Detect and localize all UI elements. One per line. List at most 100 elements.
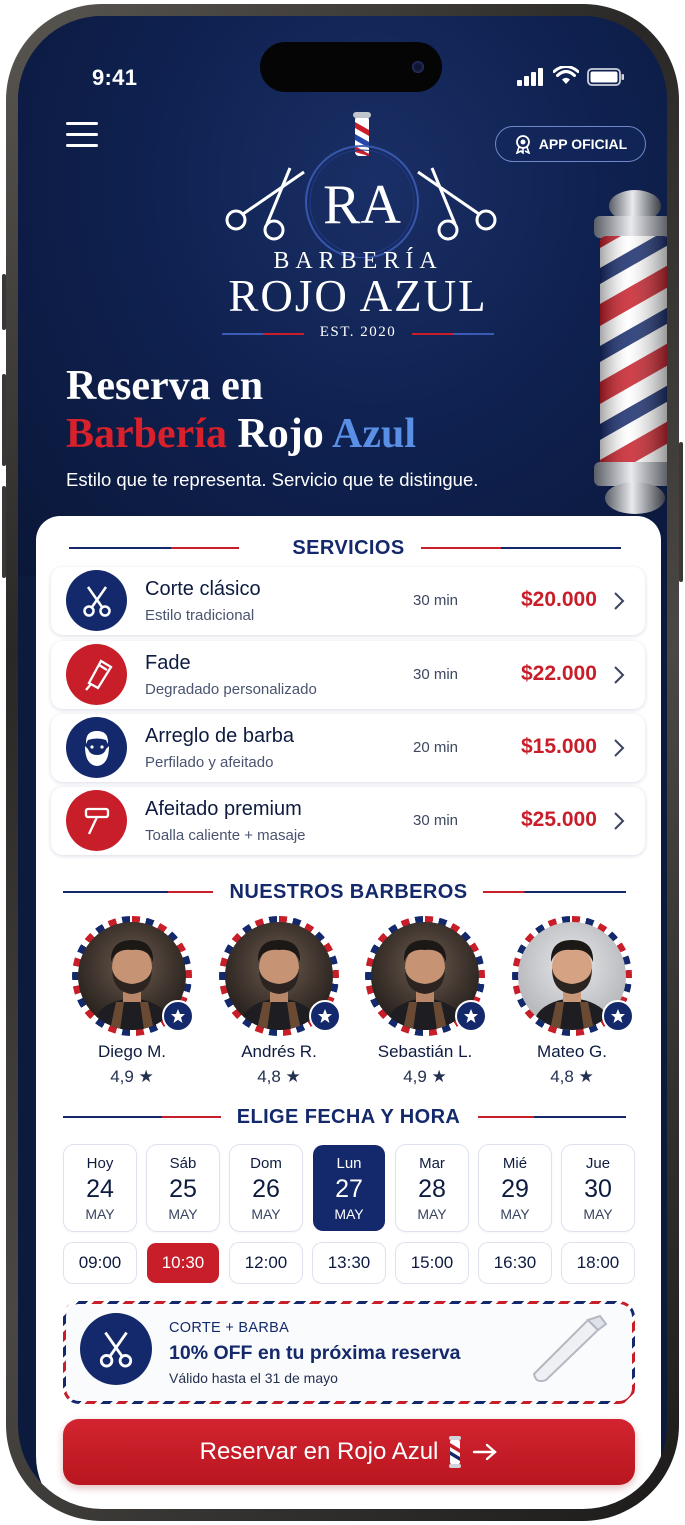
divider-line	[63, 891, 213, 893]
date-option[interactable]: Mar 28 MAY	[396, 1145, 468, 1231]
date-month: MAY	[500, 1206, 530, 1222]
phone-frame: 9:41 APP OFICIAL RA BARBERÍA ROJO AZUL E…	[2, 4, 683, 1521]
time-slot[interactable]: 18:00	[562, 1243, 634, 1283]
logo-emblem: RA	[225, 112, 497, 258]
divider-line	[63, 1116, 223, 1118]
award-ribbon-icon	[515, 135, 530, 154]
service-row-fade[interactable]: Fade Degradado personalizado 30 min $22.…	[51, 641, 645, 709]
status-time: 9:41	[92, 65, 138, 90]
barber-card-andres[interactable]: Andrés R. 4,8 ★	[211, 916, 341, 1096]
divider-line	[481, 891, 626, 893]
service-desc: Toalla caliente + masaje	[145, 827, 306, 844]
time-slot[interactable]: 13:30	[313, 1243, 385, 1283]
date-option[interactable]: Sáb 25 MAY	[147, 1145, 219, 1231]
service-price: $15.000	[521, 735, 597, 758]
time-slot[interactable]: 09:00	[64, 1243, 136, 1283]
clipper-icon	[66, 644, 127, 705]
service-duration: 30 min	[413, 666, 459, 683]
time-slot[interactable]: 12:00	[230, 1243, 302, 1283]
service-price: $25.000	[521, 808, 597, 831]
official-badge-label: APP OFICIAL	[538, 136, 628, 152]
scissors-icon	[66, 570, 127, 631]
hero-title-azul: Azul	[331, 411, 416, 457]
hero-title-line2: Barbería Rojo Azul	[66, 410, 416, 458]
divider-line	[478, 1116, 626, 1118]
mini-barber-pole-icon	[353, 112, 371, 156]
date-month: MAY	[583, 1206, 613, 1222]
barber-pole-illustration	[594, 190, 667, 514]
wifi-icon	[553, 66, 579, 84]
logo-monogram: RA	[323, 174, 401, 236]
barber-name: Diego M.	[97, 1042, 167, 1061]
date-day: 27	[335, 1175, 363, 1203]
star-badge-icon	[455, 1000, 487, 1032]
hero-title-line1: Reserva en	[66, 363, 264, 409]
hamburger-menu-icon[interactable]	[66, 122, 98, 150]
barber-rating: 4,8 ★	[550, 1067, 594, 1086]
mini-barber-pole-icon	[449, 1436, 462, 1468]
camera-icon	[412, 61, 424, 73]
date-option-selected[interactable]: Lun 27 MAY	[313, 1145, 385, 1231]
service-duration: 20 min	[413, 739, 459, 756]
date-weekday: Hoy	[86, 1155, 114, 1172]
time-slot[interactable]: 15:00	[396, 1243, 468, 1283]
service-desc: Degradado personalizado	[145, 681, 317, 698]
date-weekday: Lun	[336, 1155, 362, 1172]
time-slot-selected[interactable]: 10:30	[147, 1243, 219, 1283]
date-option[interactable]: Mié 29 MAY	[479, 1145, 551, 1231]
service-row-corte-clasico[interactable]: Corte clásico Estilo tradicional 30 min …	[51, 567, 645, 635]
date-day: 28	[418, 1175, 446, 1203]
service-name: Fade	[145, 652, 191, 674]
schedule-section-header: ELIGE FECHA Y HORA	[36, 1104, 661, 1130]
promo-kicker: CORTE + BARBA	[169, 1320, 290, 1336]
promo-validity: Válido hasta el 31 de mayo	[169, 1370, 338, 1386]
promo-banner[interactable]: CORTE + BARBA 10% OFF en tu próxima rese…	[63, 1301, 635, 1404]
services-heading: SERVICIOS	[276, 536, 421, 560]
service-row-afeitado-premium[interactable]: Afeitado premium Toalla caliente + masaj…	[51, 787, 645, 855]
star-badge-icon	[162, 1000, 194, 1032]
volume-up-button	[2, 374, 6, 466]
schedule-heading: ELIGE FECHA Y HORA	[220, 1105, 477, 1129]
date-month: MAY	[251, 1206, 281, 1222]
date-option[interactable]: Jue 30 MAY	[562, 1145, 634, 1231]
straight-razor-icon	[532, 1314, 608, 1383]
date-day: 24	[86, 1175, 114, 1203]
barber-rating: 4,9 ★	[110, 1067, 154, 1086]
book-now-button[interactable]: Reservar en Rojo Azul	[63, 1419, 635, 1485]
hero-title: Reserva en Barbería Rojo Azul	[66, 362, 416, 458]
date-day: 25	[169, 1175, 197, 1203]
booking-card: SERVICIOS Corte clásico Estilo tradicion…	[36, 516, 661, 1509]
date-option[interactable]: Dom 26 MAY	[230, 1145, 302, 1231]
official-app-badge: APP OFICIAL	[495, 126, 646, 162]
time-slot[interactable]: 16:30	[479, 1243, 551, 1283]
service-row-arreglo-de-barba[interactable]: Arreglo de barba Perfilado y afeitado 20…	[51, 714, 645, 782]
star-badge-icon	[602, 1000, 634, 1032]
date-weekday: Dom	[250, 1155, 282, 1172]
barber-card-sebastian[interactable]: Sebastián L. 4,9 ★	[357, 916, 487, 1096]
app-screen: 9:41 APP OFICIAL RA BARBERÍA ROJO AZUL E…	[18, 16, 667, 1509]
star-badge-icon	[309, 1000, 341, 1032]
date-month: MAY	[85, 1206, 115, 1222]
barber-card-mateo[interactable]: Mateo G. 4,8 ★	[504, 916, 634, 1096]
hero-subtitle: Estilo que te representa. Servicio que t…	[66, 469, 479, 490]
date-month: MAY	[168, 1206, 198, 1222]
chevron-right-icon	[614, 666, 625, 684]
brand-logo: RA BARBERÍA ROJO AZUL EST. 2020	[208, 108, 508, 348]
cellular-signal-icon	[517, 68, 543, 86]
chevron-right-icon	[614, 592, 625, 610]
date-option[interactable]: Hoy 24 MAY	[64, 1145, 136, 1231]
service-desc: Estilo tradicional	[145, 607, 255, 624]
hero-title-rojo: Rojo	[237, 411, 324, 457]
dynamic-island	[260, 42, 442, 92]
power-button	[679, 442, 683, 582]
barbers-section-header: NUESTROS BARBEROS	[36, 879, 661, 905]
chevron-right-icon	[614, 812, 625, 830]
scissors-icon	[80, 1313, 152, 1385]
hero-section: 9:41 APP OFICIAL RA BARBERÍA ROJO AZUL E…	[18, 16, 667, 576]
service-price: $20.000	[521, 588, 597, 611]
arrow-right-icon	[473, 1443, 498, 1461]
barber-rating: 4,8 ★	[257, 1067, 301, 1086]
barber-card-diego[interactable]: Diego M. 4,9 ★	[64, 916, 194, 1096]
logo-divider-right	[412, 333, 494, 335]
service-duration: 30 min	[413, 592, 459, 609]
